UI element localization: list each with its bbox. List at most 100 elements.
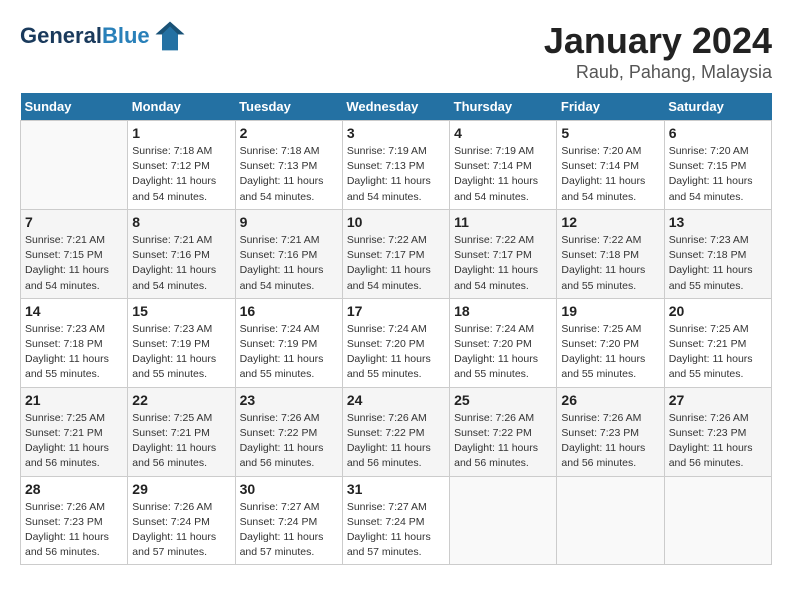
day-info: Sunrise: 7:26 AMSunset: 7:23 PMDaylight:… [561, 411, 659, 472]
day-cell: 20 Sunrise: 7:25 AMSunset: 7:21 PMDayligh… [664, 298, 771, 387]
day-cell: 6 Sunrise: 7:20 AMSunset: 7:15 PMDaylight… [664, 121, 771, 210]
day-cell: 7 Sunrise: 7:21 AMSunset: 7:15 PMDaylight… [21, 209, 128, 298]
day-info: Sunrise: 7:27 AMSunset: 7:24 PMDaylight:… [240, 500, 338, 561]
day-number: 12 [561, 214, 659, 230]
day-number: 14 [25, 303, 123, 319]
day-info: Sunrise: 7:20 AMSunset: 7:15 PMDaylight:… [669, 144, 767, 205]
day-number: 8 [132, 214, 230, 230]
day-info: Sunrise: 7:20 AMSunset: 7:14 PMDaylight:… [561, 144, 659, 205]
day-info: Sunrise: 7:19 AMSunset: 7:14 PMDaylight:… [454, 144, 552, 205]
day-info: Sunrise: 7:25 AMSunset: 7:21 PMDaylight:… [25, 411, 123, 472]
day-info: Sunrise: 7:21 AMSunset: 7:15 PMDaylight:… [25, 233, 123, 294]
day-info: Sunrise: 7:21 AMSunset: 7:16 PMDaylight:… [132, 233, 230, 294]
day-cell: 19 Sunrise: 7:25 AMSunset: 7:20 PMDayligh… [557, 298, 664, 387]
day-cell: 31Sunrise: 7:27 AMSunset: 7:24 PMDayligh… [342, 476, 449, 565]
day-cell: 9Sunrise: 7:21 AMSunset: 7:16 PMDaylight… [235, 209, 342, 298]
calendar-table: SundayMondayTuesdayWednesdayThursdayFrid… [20, 93, 772, 565]
day-info: Sunrise: 7:24 AMSunset: 7:20 PMDaylight:… [454, 322, 552, 383]
day-cell: 28 Sunrise: 7:26 AMSunset: 7:23 PMDayligh… [21, 476, 128, 565]
day-info: Sunrise: 7:25 AMSunset: 7:20 PMDaylight:… [561, 322, 659, 383]
day-number: 25 [454, 392, 552, 408]
day-info: Sunrise: 7:24 AMSunset: 7:20 PMDaylight:… [347, 322, 445, 383]
day-cell [450, 476, 557, 565]
logo-text: GeneralBlue [20, 24, 150, 48]
page-header: GeneralBlue January 2024 Raub, Pahang, M… [20, 20, 772, 83]
header-sunday: Sunday [21, 93, 128, 121]
day-info: Sunrise: 7:23 AMSunset: 7:18 PMDaylight:… [669, 233, 767, 294]
week-row-2: 7 Sunrise: 7:21 AMSunset: 7:15 PMDaylight… [21, 209, 772, 298]
logo-icon [154, 20, 186, 52]
header-thursday: Thursday [450, 93, 557, 121]
day-info: Sunrise: 7:18 AMSunset: 7:13 PMDaylight:… [240, 144, 338, 205]
day-cell: 22 Sunrise: 7:25 AMSunset: 7:21 PMDayligh… [128, 387, 235, 476]
day-info: Sunrise: 7:26 AMSunset: 7:22 PMDaylight:… [240, 411, 338, 472]
day-info: Sunrise: 7:26 AMSunset: 7:23 PMDaylight:… [669, 411, 767, 472]
day-info: Sunrise: 7:23 AMSunset: 7:18 PMDaylight:… [25, 322, 123, 383]
header-wednesday: Wednesday [342, 93, 449, 121]
week-row-5: 28 Sunrise: 7:26 AMSunset: 7:23 PMDayligh… [21, 476, 772, 565]
day-info: Sunrise: 7:22 AMSunset: 7:17 PMDaylight:… [347, 233, 445, 294]
day-cell: 18Sunrise: 7:24 AMSunset: 7:20 PMDayligh… [450, 298, 557, 387]
day-cell: 29Sunrise: 7:26 AMSunset: 7:24 PMDayligh… [128, 476, 235, 565]
title-block: January 2024 Raub, Pahang, Malaysia [544, 20, 772, 83]
day-number: 7 [25, 214, 123, 230]
day-info: Sunrise: 7:25 AMSunset: 7:21 PMDaylight:… [669, 322, 767, 383]
header-friday: Friday [557, 93, 664, 121]
day-cell: 5 Sunrise: 7:20 AMSunset: 7:14 PMDaylight… [557, 121, 664, 210]
day-number: 31 [347, 481, 445, 497]
day-cell: 12Sunrise: 7:22 AMSunset: 7:18 PMDayligh… [557, 209, 664, 298]
day-number: 22 [132, 392, 230, 408]
day-cell: 1 Sunrise: 7:18 AMSunset: 7:12 PMDaylight… [128, 121, 235, 210]
day-info: Sunrise: 7:18 AMSunset: 7:12 PMDaylight:… [132, 144, 230, 205]
day-number: 3 [347, 125, 445, 141]
day-cell: 4 Sunrise: 7:19 AMSunset: 7:14 PMDaylight… [450, 121, 557, 210]
header-saturday: Saturday [664, 93, 771, 121]
page-subtitle: Raub, Pahang, Malaysia [544, 62, 772, 83]
day-cell: 25 Sunrise: 7:26 AMSunset: 7:22 PMDayligh… [450, 387, 557, 476]
day-cell: 8 Sunrise: 7:21 AMSunset: 7:16 PMDaylight… [128, 209, 235, 298]
day-number: 20 [669, 303, 767, 319]
day-info: Sunrise: 7:23 AMSunset: 7:19 PMDaylight:… [132, 322, 230, 383]
day-info: Sunrise: 7:26 AMSunset: 7:22 PMDaylight:… [454, 411, 552, 472]
day-info: Sunrise: 7:19 AMSunset: 7:13 PMDaylight:… [347, 144, 445, 205]
day-cell [664, 476, 771, 565]
day-cell: 21 Sunrise: 7:25 AMSunset: 7:21 PMDayligh… [21, 387, 128, 476]
day-number: 13 [669, 214, 767, 230]
day-number: 4 [454, 125, 552, 141]
day-info: Sunrise: 7:26 AMSunset: 7:24 PMDaylight:… [132, 500, 230, 561]
day-info: Sunrise: 7:25 AMSunset: 7:21 PMDaylight:… [132, 411, 230, 472]
header-row: SundayMondayTuesdayWednesdayThursdayFrid… [21, 93, 772, 121]
day-info: Sunrise: 7:26 AMSunset: 7:22 PMDaylight:… [347, 411, 445, 472]
day-number: 19 [561, 303, 659, 319]
week-row-3: 14 Sunrise: 7:23 AMSunset: 7:18 PMDayligh… [21, 298, 772, 387]
day-cell: 23 Sunrise: 7:26 AMSunset: 7:22 PMDayligh… [235, 387, 342, 476]
header-monday: Monday [128, 93, 235, 121]
day-number: 27 [669, 392, 767, 408]
week-row-1: 1 Sunrise: 7:18 AMSunset: 7:12 PMDaylight… [21, 121, 772, 210]
day-number: 30 [240, 481, 338, 497]
day-number: 21 [25, 392, 123, 408]
day-cell: 14 Sunrise: 7:23 AMSunset: 7:18 PMDayligh… [21, 298, 128, 387]
day-info: Sunrise: 7:22 AMSunset: 7:17 PMDaylight:… [454, 233, 552, 294]
day-number: 11 [454, 214, 552, 230]
day-cell: 3 Sunrise: 7:19 AMSunset: 7:13 PMDaylight… [342, 121, 449, 210]
day-cell: 2 Sunrise: 7:18 AMSunset: 7:13 PMDaylight… [235, 121, 342, 210]
day-number: 23 [240, 392, 338, 408]
page-title: January 2024 [544, 20, 772, 62]
day-number: 17 [347, 303, 445, 319]
day-cell: 30 Sunrise: 7:27 AMSunset: 7:24 PMDayligh… [235, 476, 342, 565]
day-number: 2 [240, 125, 338, 141]
day-cell: 11 Sunrise: 7:22 AMSunset: 7:17 PMDayligh… [450, 209, 557, 298]
day-number: 1 [132, 125, 230, 141]
day-cell: 27 Sunrise: 7:26 AMSunset: 7:23 PMDayligh… [664, 387, 771, 476]
header-tuesday: Tuesday [235, 93, 342, 121]
day-number: 28 [25, 481, 123, 497]
day-cell [21, 121, 128, 210]
day-number: 5 [561, 125, 659, 141]
day-cell: 26Sunrise: 7:26 AMSunset: 7:23 PMDayligh… [557, 387, 664, 476]
day-number: 16 [240, 303, 338, 319]
day-info: Sunrise: 7:26 AMSunset: 7:23 PMDaylight:… [25, 500, 123, 561]
day-number: 6 [669, 125, 767, 141]
day-cell: 15Sunrise: 7:23 AMSunset: 7:19 PMDayligh… [128, 298, 235, 387]
day-cell: 16Sunrise: 7:24 AMSunset: 7:19 PMDayligh… [235, 298, 342, 387]
